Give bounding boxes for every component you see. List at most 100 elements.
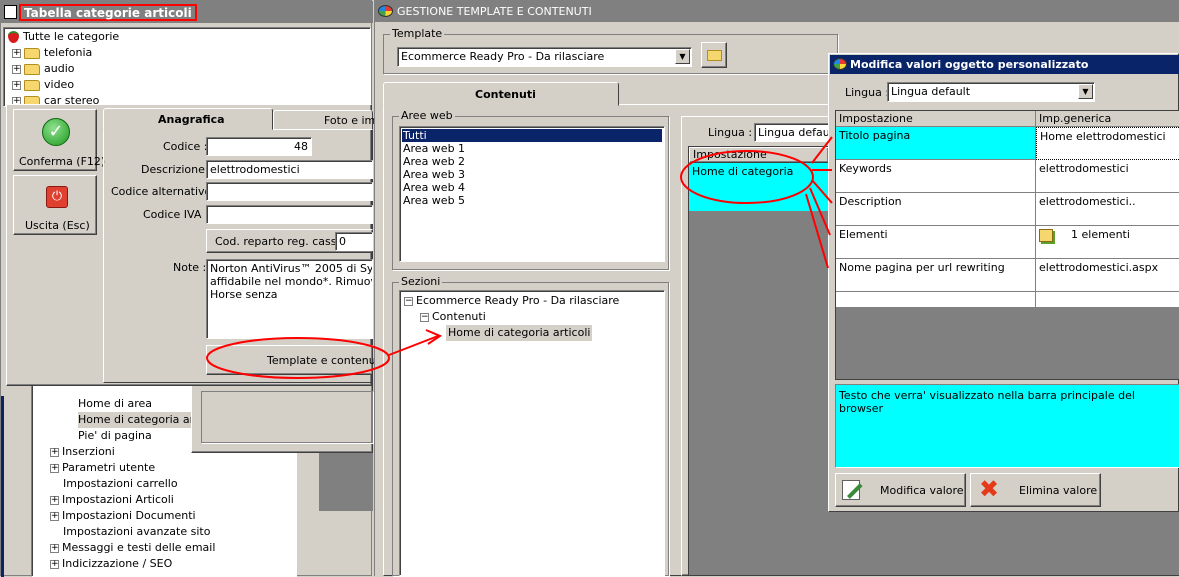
folder-icon [24,47,40,59]
empty-row [1036,292,1179,308]
window-app-icon [4,5,17,19]
categories-window-title: Tabella categorie articoli [19,4,197,21]
strawberry-icon [8,31,19,43]
row-value[interactable]: elettrodomestici [1036,160,1179,193]
codice-alt-field[interactable] [206,182,373,201]
confirm-label: Conferma (F12) [19,155,106,168]
modify-dialog: Modifica valori oggetto personalizzato L… [828,53,1179,512]
tree-item[interactable]: + Impostazioni Documenti [50,508,196,524]
lingua-label: Lingua : [708,126,753,139]
template-select[interactable]: Ecommerce Ready Pro - Da rilasciare ▼ [397,47,692,67]
row-value[interactable]: elettrodomestici.. [1036,193,1179,226]
empty-row [836,292,1036,308]
expand-icon[interactable]: + [50,559,59,569]
check-icon: ✓ [42,118,70,146]
row-name[interactable]: Nome pagina per url rewriting [836,259,1036,292]
category-dialog: ✓ Conferma (F12) ⏻ Uscita (Esc) Anagrafi… [6,104,386,386]
expand-icon[interactable]: + [50,495,59,505]
descrizione-label: Descrizione : [141,163,213,176]
codice-label: Codice : [163,140,208,153]
codice-alt-label: Codice alternativo : [111,185,219,198]
row-value[interactable]: elettrodomestici.aspx [1036,259,1179,292]
expand-icon[interactable]: + [50,511,59,521]
tree-item-selected[interactable]: Home di categoria articoli [446,325,593,341]
note-label: Note : [173,261,207,274]
exit-label: Uscita (Esc) [25,219,90,232]
folder-icon [24,63,40,75]
list-item[interactable]: Area web 5 [403,194,465,207]
row-name[interactable]: Description [836,193,1036,226]
chevron-down-icon[interactable]: ▼ [675,49,690,64]
note-field[interactable]: Norton AntiVirus™ 2005 di Syman affidabi… [206,259,373,339]
values-grid: Impostazione Imp.generica Titolo pagina … [835,110,1179,380]
tree-item[interactable]: Impostazioni avanzate sito [63,524,210,540]
row-value[interactable]: 1 elementi [1036,226,1179,259]
collapse-icon[interactable]: − [420,312,429,322]
reparto-field[interactable]: 0 [335,232,373,251]
list-item[interactable]: Area web 3 [403,168,465,181]
row-name[interactable]: Elementi [836,226,1036,259]
elements-icon [1039,228,1053,242]
list-item[interactable]: Area web 4 [403,181,465,194]
tree-item[interactable]: + video [12,77,74,93]
codice-field[interactable]: 48 [206,137,312,156]
collapse-icon[interactable]: − [404,296,413,306]
expand-icon[interactable]: + [12,80,21,90]
tree-item[interactable]: + telefonia [12,45,92,61]
palette-icon [833,58,847,70]
exit-button[interactable]: ⏻ Uscita (Esc) [13,175,97,235]
tab-contenuti[interactable]: Contenuti [383,82,619,106]
tree-item[interactable]: + audio [12,61,74,77]
template-window-title: GESTIONE TEMPLATE E CONTENUTI [397,5,592,18]
list-item[interactable]: Area web 2 [403,155,465,168]
reparto-label: Cod. reparto reg. cassa : [215,235,351,248]
tree-root[interactable]: − Ecommerce Ready Pro - Da rilasciare [404,293,619,309]
expand-icon[interactable]: + [50,447,59,457]
sezioni-tree[interactable]: − Ecommerce Ready Pro - Da rilasciare − Co… [399,290,665,576]
tree-item[interactable]: − Contenuti [420,309,486,325]
confirm-button[interactable]: ✓ Conferma (F12) [13,109,105,171]
lingua-label: Lingua : [845,86,890,99]
tree-item[interactable]: + Impostazioni Articoli [50,492,174,508]
palette-icon [378,5,393,17]
tree-root[interactable]: Tutte le categorie [8,29,119,45]
modify-value-button[interactable]: Modifica valore [835,473,966,507]
open-folder-button[interactable] [701,42,727,68]
expand-icon[interactable]: + [12,48,21,58]
tree-item[interactable]: + Inserzioni [50,444,115,460]
tree-item[interactable]: + Indicizzazione / SEO [50,556,172,572]
expand-icon[interactable]: + [50,463,59,473]
aree-web-list[interactable]: Tutti Area web 1 Area web 2 Area web 3 A… [399,126,665,262]
folder-icon [707,50,722,61]
tree-item[interactable]: Impostazioni carrello [63,476,178,492]
tree-item[interactable]: + Messaggi e testi delle email [50,540,215,556]
chevron-down-icon[interactable]: ▼ [1078,84,1093,99]
template-contenuti-button[interactable]: Template e contenuti [206,345,383,375]
background-grey-panel [319,453,373,511]
expand-icon[interactable]: + [12,64,21,74]
codice-iva-label: Codice IVA : [143,208,209,221]
list-item-selected[interactable]: Tutti [402,129,662,142]
expand-icon[interactable]: + [50,543,59,553]
delete-value-button[interactable]: ✖ Elimina valore [970,473,1101,507]
column-header: Imp.generica [1036,111,1179,127]
codice-iva-field[interactable] [206,205,373,224]
descrizione-field[interactable]: elettrodomestici [206,160,373,179]
grid-row-selected[interactable]: Home di categoria [689,163,829,211]
tree-item[interactable]: + Parametri utente [50,460,155,476]
power-icon: ⏻ [46,186,68,208]
row-name[interactable]: Keywords [836,160,1036,193]
row-name[interactable]: Titolo pagina [836,127,1036,160]
row-value[interactable]: Home elettrodomestici [1036,127,1179,160]
tree-item[interactable]: Pie' di pagina [78,428,152,444]
column-header: Impostazione [836,111,1036,127]
lingua-select[interactable]: Lingua default ▼ [887,82,1095,102]
tab-foto[interactable]: Foto e imm [273,110,386,130]
list-item[interactable]: Area web 1 [403,142,465,155]
category-tree[interactable]: Tutte le categorie + telefonia + audio + vi… [3,27,371,107]
background-frame-inner [201,391,373,443]
tab-anagrafica[interactable]: Anagrafica [103,108,273,130]
tree-item[interactable]: Home di area [78,396,152,412]
left-blue-strip [1,396,4,577]
folder-icon [24,79,40,91]
